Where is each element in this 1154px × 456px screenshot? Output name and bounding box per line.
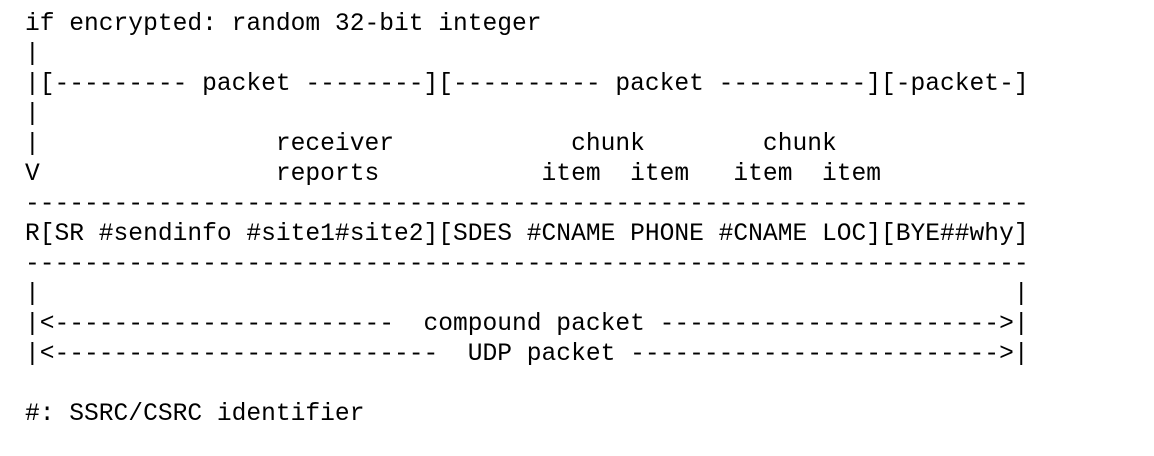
- udp-packet-span: |<-------------------------- UDP packet …: [25, 341, 1029, 368]
- pointer-line: |: [25, 41, 40, 68]
- annotation-row-bottom: V reports item item item item: [25, 161, 882, 188]
- encryption-note: if encrypted: random 32-bit integer: [25, 11, 542, 38]
- top-separator: ----------------------------------------…: [25, 191, 1029, 218]
- compound-packet-span: |<----------------------- compound packe…: [25, 311, 1029, 338]
- pointer-line: |: [25, 101, 40, 128]
- span-marker-row: | |: [25, 281, 1029, 308]
- packet-span-row: |[--------- packet --------][---------- …: [25, 71, 1029, 98]
- rtcp-compound-packet-diagram: if encrypted: random 32-bit integer | |[…: [25, 10, 1135, 430]
- packet-contents-row: R[SR #sendinfo #site1#site2][SDES #CNAME…: [25, 221, 1029, 248]
- annotation-row-top: | receiver chunk chunk: [25, 131, 837, 158]
- legend-note: #: SSRC/CSRC identifier: [25, 401, 365, 428]
- bottom-separator: ----------------------------------------…: [25, 251, 1029, 278]
